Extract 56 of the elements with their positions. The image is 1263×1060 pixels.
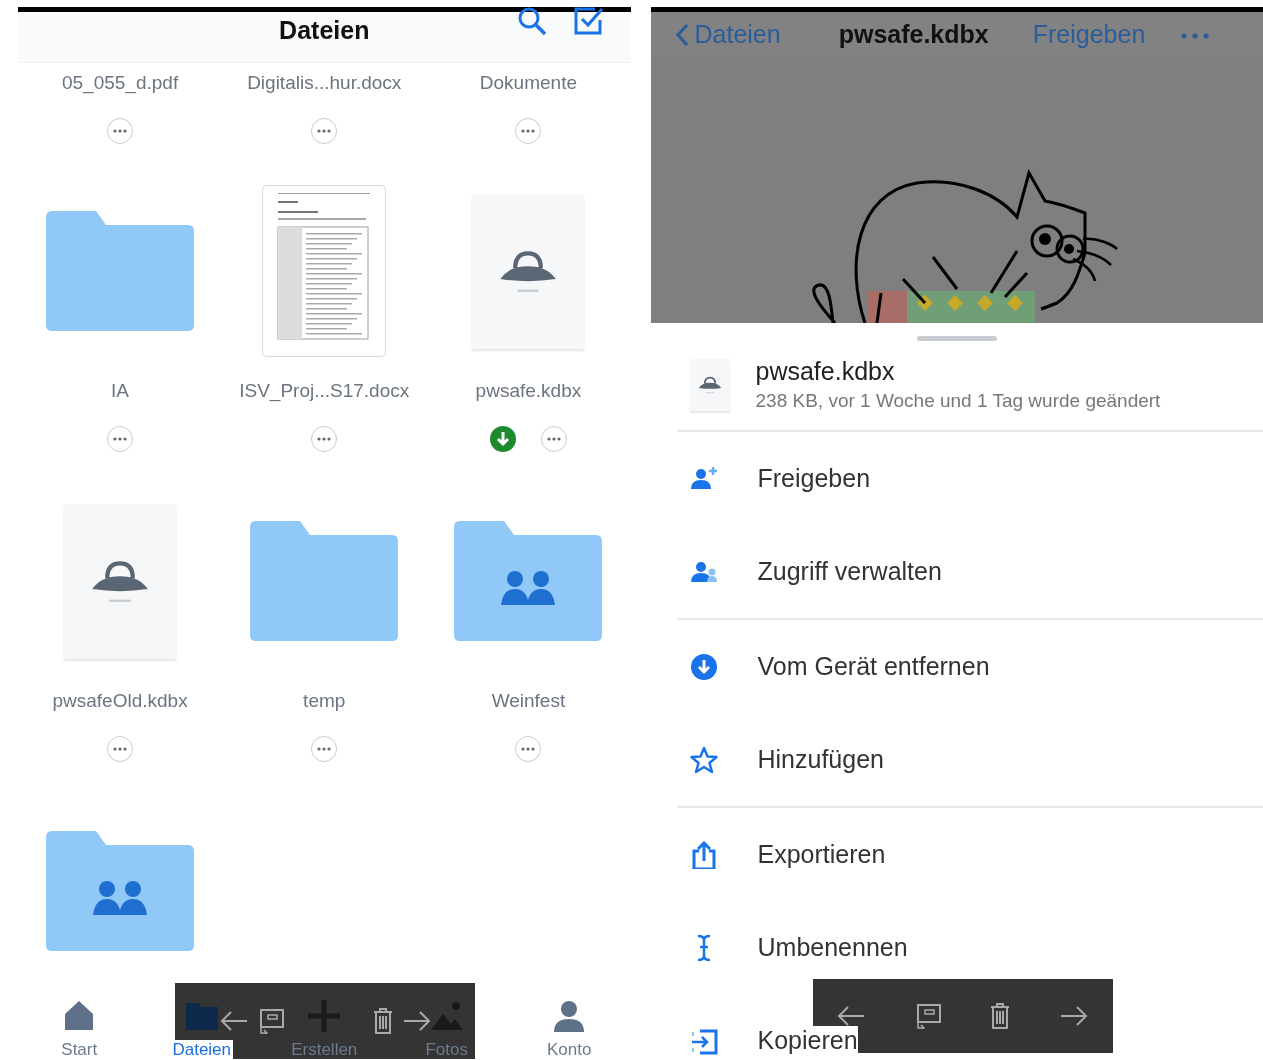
ellipsis-icon [317,747,332,751]
arrow-right-icon[interactable] [1058,1004,1089,1028]
arrow-right-icon[interactable] [401,1009,432,1033]
chevron-left-icon [674,22,689,47]
ellipsis-icon [547,437,562,441]
menu-item[interactable]: Freigeben [676,432,1263,525]
menu-item[interactable]: Vom Gerät entfernen [676,620,1263,713]
more-button[interactable] [515,118,542,144]
search-icon[interactable] [516,6,547,36]
more-button[interactable] [107,118,134,144]
tab[interactable]: Konto [508,985,631,1060]
ellipsis-icon [317,129,332,133]
more-button[interactable] [107,736,134,762]
file-name: pwsafe.kdbx [475,379,582,403]
menu-item[interactable]: Exportieren [676,808,1263,901]
file-name: IA [111,379,130,403]
more-button[interactable] [311,118,338,144]
folder-icon [250,521,399,641]
screen-title: Dateien [279,15,370,45]
file-name: 05_055_d.pdf [61,71,179,96]
arrow-left-icon[interactable] [218,1009,249,1033]
menu-item[interactable]: Hinzufügen [676,713,1263,806]
more-button[interactable] [515,736,542,762]
trash-icon[interactable] [371,1007,394,1035]
more-button[interactable] [311,426,338,452]
file-details: 238 KB, vor 1 Woche und 1 Tag wurde geändert [755,390,1161,412]
file-name: Dokumente [479,71,577,95]
more-button[interactable] [541,426,568,452]
plus-icon [306,998,343,1034]
checkbox-icon[interactable] [572,6,603,36]
file-name: temp [303,689,346,713]
tab[interactable]: Start [18,985,141,1060]
drag-handle[interactable] [916,336,997,341]
file-name: pwsafe.kdbx [755,357,896,386]
file-name: Digitalis...hur.docx [247,71,402,95]
arrow-left-icon[interactable] [836,1004,867,1028]
file-name: Weinfest [491,689,566,713]
folder-icon [46,211,195,331]
ellipsis-icon [521,129,536,133]
file-name: ISV_Proj...S17.docx [239,379,410,404]
screen-title: pwsafe.kdbx [838,20,989,49]
ellipsis-icon [113,129,128,133]
trash-icon[interactable] [989,1002,1012,1030]
ellipsis-icon [521,747,536,751]
shared-folder-icon [454,521,603,641]
shared-folder-icon [46,831,195,951]
file-name: pwsafeOld.kdbx [52,689,188,713]
star-icon [689,745,718,774]
more-button[interactable] [311,736,338,762]
ellipsis-icon [113,437,128,441]
menu-item[interactable]: Zugriff verwalten [676,525,1263,618]
ellipsis-icon [317,437,332,441]
ellipsis-icon [113,747,128,751]
more-button[interactable] [107,426,134,452]
dome-icon [696,374,723,395]
download-icon [689,652,718,681]
